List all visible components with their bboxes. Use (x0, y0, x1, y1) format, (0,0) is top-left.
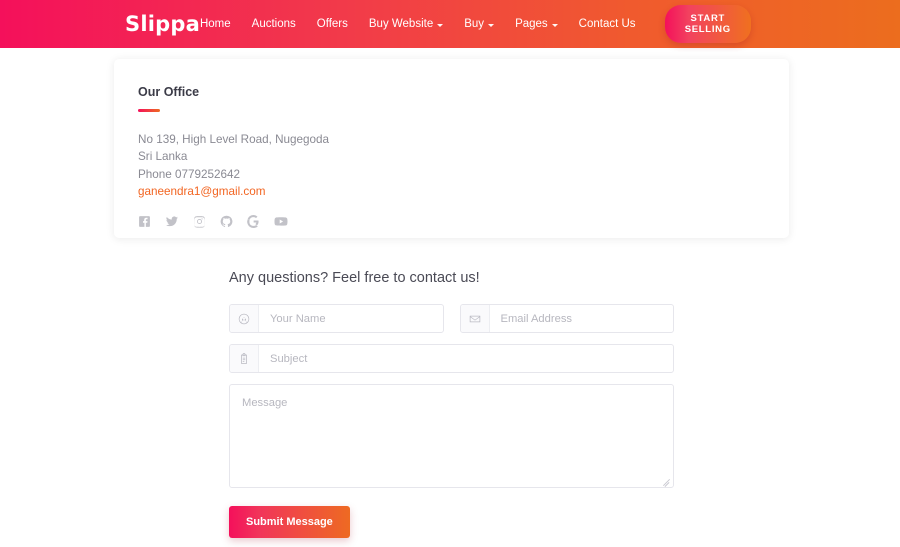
name-input[interactable] (259, 305, 443, 332)
nav-label: Buy Website (368, 18, 434, 30)
office-card-title: Our Office (138, 85, 200, 99)
nav-label: Auctions (251, 18, 296, 30)
nav-label: Offers (316, 18, 348, 30)
nav-label: Contact Us (578, 18, 636, 30)
nav-item-pages[interactable]: Pages (515, 18, 558, 30)
google-icon[interactable] (247, 214, 260, 228)
subject-field-group[interactable] (229, 344, 674, 373)
envelope-icon (460, 305, 490, 332)
email-input[interactable] (489, 305, 673, 332)
start-selling-button[interactable]: START SELLING (664, 5, 751, 43)
chevron-down-icon (437, 23, 444, 27)
user-icon (230, 305, 259, 332)
twitter-icon[interactable] (165, 215, 179, 228)
nav-item-auctions[interactable]: Auctions (252, 18, 296, 30)
instagram-icon[interactable] (193, 215, 206, 228)
nav-item-buy[interactable]: Buy (464, 18, 495, 30)
nav-label: Pages (515, 18, 548, 30)
subject-input[interactable] (259, 345, 673, 372)
office-address-block: No 139, High Level Road, Nugegoda Sri La… (138, 131, 765, 201)
facebook-icon[interactable] (138, 215, 151, 228)
contact-form: Any questions? Feel free to contact us! … (229, 270, 674, 538)
office-phone: Phone 0779252642 (138, 167, 241, 181)
social-links (138, 214, 765, 228)
submit-message-button[interactable]: Submit Message (229, 506, 350, 538)
message-field-group[interactable] (229, 384, 674, 488)
chevron-down-icon (488, 23, 495, 27)
brand-logo[interactable]: Slippa (125, 12, 200, 36)
site-header: Slippa Home Auctions Offers Buy Website … (0, 0, 900, 48)
nav-label: Home (199, 18, 231, 30)
form-row-name-email (229, 304, 674, 333)
address-line-2: Sri Lanka (138, 150, 188, 164)
office-email-link[interactable]: ganeendra1@gmail.com (138, 185, 266, 198)
chevron-down-icon (551, 23, 558, 27)
nav-item-contact-us[interactable]: Contact Us (579, 18, 636, 30)
clipboard-icon (230, 345, 259, 372)
message-textarea[interactable] (230, 385, 673, 487)
youtube-icon[interactable] (274, 215, 288, 228)
form-row-subject (229, 344, 674, 373)
nav-label: Buy (464, 18, 485, 30)
name-field-group[interactable] (229, 304, 444, 333)
address-line-1: No 139, High Level Road, Nugegoda (138, 132, 330, 146)
github-icon[interactable] (220, 215, 233, 228)
nav-item-home[interactable]: Home (200, 18, 231, 30)
form-heading: Any questions? Feel free to contact us! (229, 270, 480, 286)
our-office-card: Our Office No 139, High Level Road, Nuge… (114, 59, 789, 238)
email-field-group[interactable] (459, 304, 674, 333)
nav-item-buy-website[interactable]: Buy Website (368, 18, 444, 30)
title-underline-accent (138, 109, 160, 112)
nav-item-offers[interactable]: Offers (317, 18, 348, 30)
main-navigation: Home Auctions Offers Buy Website Buy Pag… (200, 5, 751, 43)
